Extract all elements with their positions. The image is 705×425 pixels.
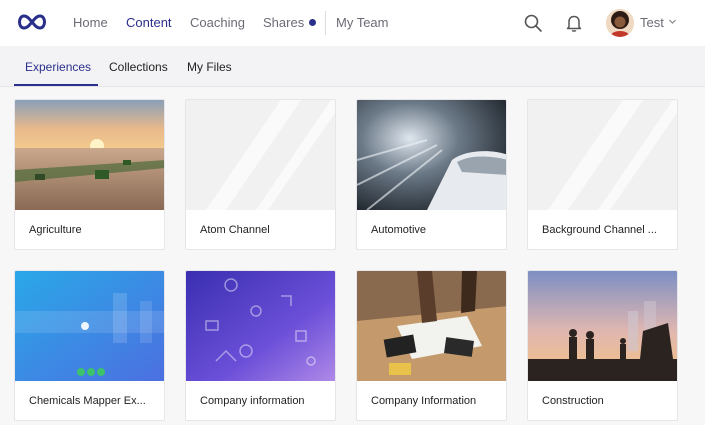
experience-card-automotive[interactable]: Automotive: [356, 99, 507, 250]
avatar[interactable]: [606, 9, 634, 37]
nav-home[interactable]: Home: [73, 15, 108, 30]
card-thumbnail-placeholder: [528, 100, 677, 210]
card-thumbnail: [186, 271, 335, 381]
card-title: Construction: [542, 395, 604, 407]
user-name[interactable]: Test: [640, 15, 664, 30]
card-thumbnail: [528, 271, 677, 381]
nav-my-team[interactable]: My Team: [336, 15, 389, 30]
card-thumbnail-placeholder: [186, 100, 335, 210]
card-title: Agriculture: [29, 224, 82, 236]
experience-card-chemicals-mapper[interactable]: Chemicals Mapper Ex...: [14, 270, 165, 421]
shares-notification-dot: [309, 19, 316, 26]
tab-my-files[interactable]: My Files: [187, 60, 232, 74]
chevron-down-icon[interactable]: [668, 17, 677, 26]
experience-card-construction[interactable]: Construction: [527, 270, 678, 421]
tab-collections[interactable]: Collections: [109, 60, 168, 74]
card-title: Background Channel ...: [542, 224, 657, 236]
nav-shares[interactable]: Shares: [263, 15, 304, 30]
card-title: Automotive: [371, 224, 427, 236]
nav-coaching[interactable]: Coaching: [190, 15, 245, 30]
nav-content[interactable]: Content: [126, 15, 172, 30]
top-navigation-bar: Home Content Coaching Shares My Team Tes…: [0, 0, 705, 46]
experience-card-agriculture[interactable]: Agriculture: [14, 99, 165, 250]
experience-card-company-information-2[interactable]: Company Information: [356, 270, 507, 421]
tab-experiences[interactable]: Experiences: [25, 60, 91, 74]
card-title: Company information: [200, 395, 305, 407]
experience-card-company-information-1[interactable]: Company information: [185, 270, 336, 421]
card-thumbnail: [15, 100, 164, 210]
card-title: Company Information: [371, 395, 477, 407]
logo-infinity-icon[interactable]: [15, 12, 49, 32]
bell-icon[interactable]: [563, 12, 585, 34]
nav-divider: [325, 11, 326, 35]
card-title: Chemicals Mapper Ex...: [29, 395, 146, 407]
active-tab-indicator: [14, 84, 98, 86]
card-thumbnail: [357, 100, 506, 210]
experience-card-background-channel[interactable]: Background Channel ...: [527, 99, 678, 250]
experience-card-atom-channel[interactable]: Atom Channel: [185, 99, 336, 250]
card-thumbnail: [357, 271, 506, 381]
content-tabs: Experiences Collections My Files: [0, 46, 705, 87]
card-title: Atom Channel: [200, 224, 270, 236]
card-thumbnail: [15, 271, 164, 381]
search-icon[interactable]: [522, 12, 544, 34]
